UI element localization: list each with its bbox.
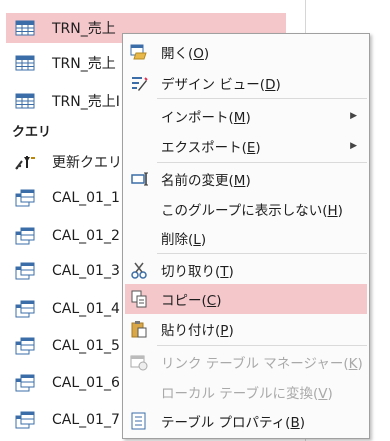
linked-table-manager-icon <box>127 350 151 374</box>
nav-item-label: CAL_01_7 <box>52 412 120 428</box>
menu-item-open[interactable]: 開く(O) <box>125 37 367 67</box>
menu-item-rename[interactable]: 名前の変更(M) <box>125 164 367 194</box>
menu-item-convert-to-local-table[interactable]: ローカル テーブルに変換(V) <box>125 377 367 407</box>
menu-separator <box>157 162 367 163</box>
menu-item-linked-table-manager[interactable]: リンク テーブル マネージャー(K) <box>125 347 367 377</box>
menu-item-design-view[interactable]: デザイン ビュー(D) <box>125 68 367 98</box>
menu-item-table-properties[interactable]: テーブル プロパティ(B) <box>125 406 367 436</box>
table-icon <box>14 53 36 73</box>
nav-item-label: CAL_01_6 <box>52 375 120 391</box>
menu-item-cut[interactable]: 切り取り(T) <box>125 255 367 285</box>
nav-item-label: CAL_01_5 <box>52 338 120 354</box>
update-query-icon <box>14 152 36 172</box>
select-query-icon <box>14 188 36 208</box>
menu-item-import[interactable]: インポート(M) ▶ <box>125 101 367 131</box>
select-query-icon <box>14 226 36 246</box>
menu-item-copy[interactable]: コピー(C) <box>125 284 367 314</box>
nav-item-label: TRN_売上 <box>52 56 116 72</box>
group-header-queries[interactable]: クエリ <box>12 121 51 140</box>
nav-item-label: CAL_01_1 <box>52 190 120 206</box>
table-icon <box>14 18 36 38</box>
menu-item-export[interactable]: エクスポート(E) ▶ <box>125 131 367 161</box>
menu-separator <box>157 98 367 99</box>
select-query-icon <box>14 261 36 281</box>
context-menu: 開く(O) デザイン ビュー(D) インポート(M) ▶ エクスポート(E) ▶… <box>122 33 370 439</box>
rename-icon <box>127 167 151 191</box>
nav-item-label: 更新クエリ <box>52 155 122 171</box>
menu-separator <box>157 345 367 346</box>
nav-item-label: CAL_01_4 <box>52 301 120 317</box>
open-icon <box>127 40 151 64</box>
design-view-icon <box>127 71 151 95</box>
select-query-icon <box>14 373 36 393</box>
scissors-icon <box>127 258 151 282</box>
menu-item-hide-in-group[interactable]: このグループに表示しない(H) <box>125 194 367 224</box>
table-icon <box>14 91 36 111</box>
copy-icon <box>127 287 151 311</box>
properties-icon <box>127 409 151 433</box>
select-query-icon <box>14 299 36 319</box>
paste-icon <box>127 317 151 341</box>
menu-item-delete[interactable]: 削除(L) <box>125 223 367 253</box>
submenu-arrow-icon: ▶ <box>350 111 357 121</box>
nav-item-label: CAL_01_3 <box>52 263 120 279</box>
nav-item-label: TRN_売上I <box>52 94 120 110</box>
menu-separator <box>157 253 367 254</box>
nav-item-label: CAL_01_2 <box>52 228 120 244</box>
menu-item-paste[interactable]: 貼り付け(P) <box>125 314 367 344</box>
submenu-arrow-icon: ▶ <box>350 141 357 151</box>
select-query-icon <box>14 410 36 430</box>
select-query-icon <box>14 336 36 356</box>
nav-item-label: TRN_売上 <box>52 21 116 37</box>
